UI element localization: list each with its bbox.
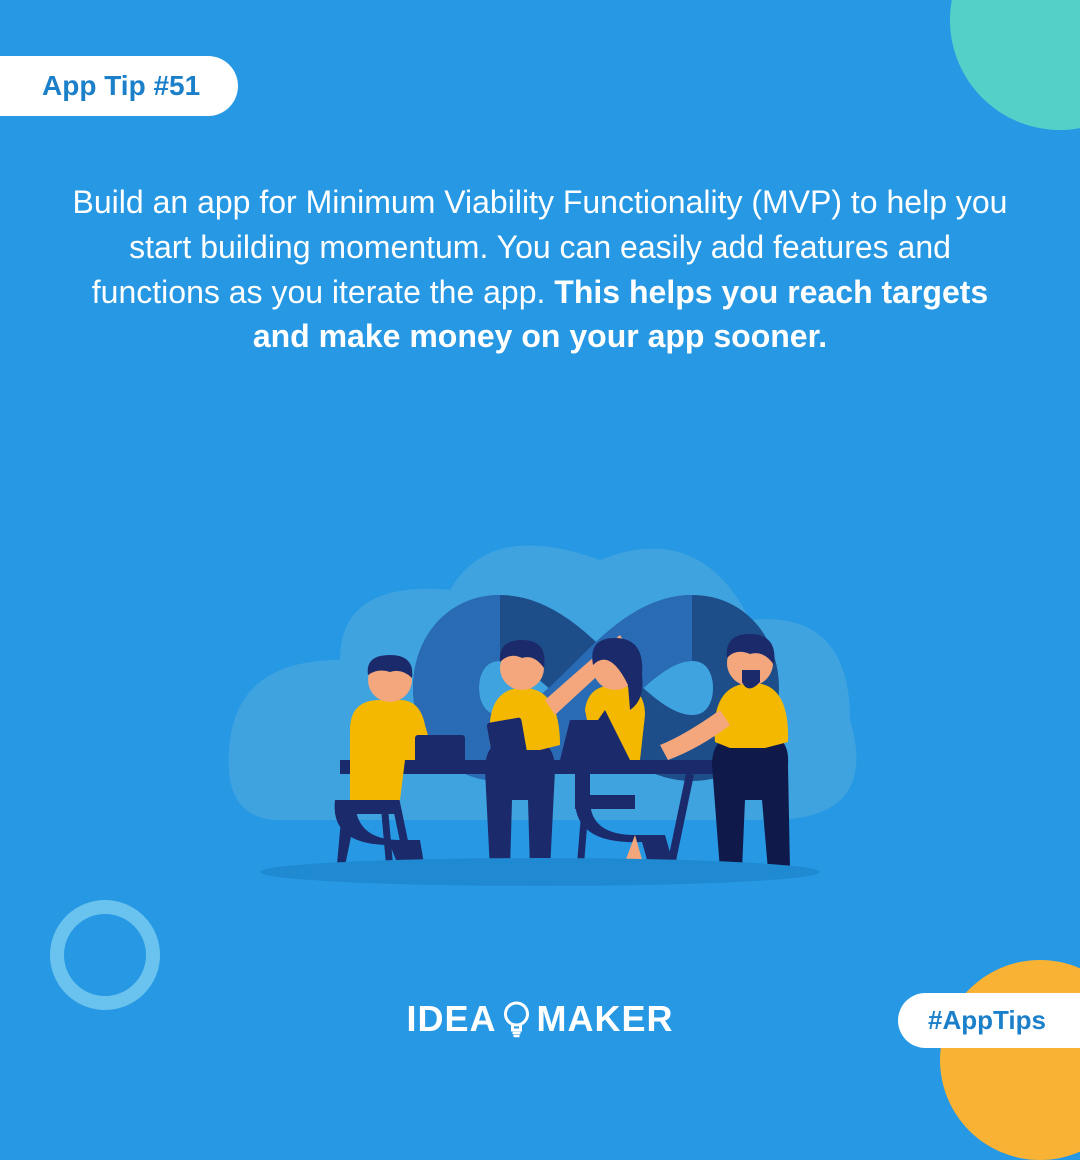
- decorative-circle-top-right: [950, 0, 1080, 130]
- team-illustration: [190, 400, 890, 900]
- lightbulb-icon: [503, 1000, 531, 1038]
- laptop-icon: [560, 720, 620, 760]
- decorative-ring-bottom-left: [50, 900, 160, 1010]
- tip-body-text: Build an app for Minimum Viability Funct…: [70, 180, 1010, 359]
- tip-number-badge: App Tip #51: [0, 56, 238, 116]
- logo-text-left: IDEA: [406, 998, 496, 1040]
- hashtag-badge: #AppTips: [898, 993, 1080, 1048]
- ground-shadow: [260, 858, 820, 886]
- logo-text-right: MAKER: [537, 998, 674, 1040]
- brand-logo: IDEA MAKER: [406, 998, 673, 1040]
- decorative-circle-bottom-right: [940, 960, 1080, 1160]
